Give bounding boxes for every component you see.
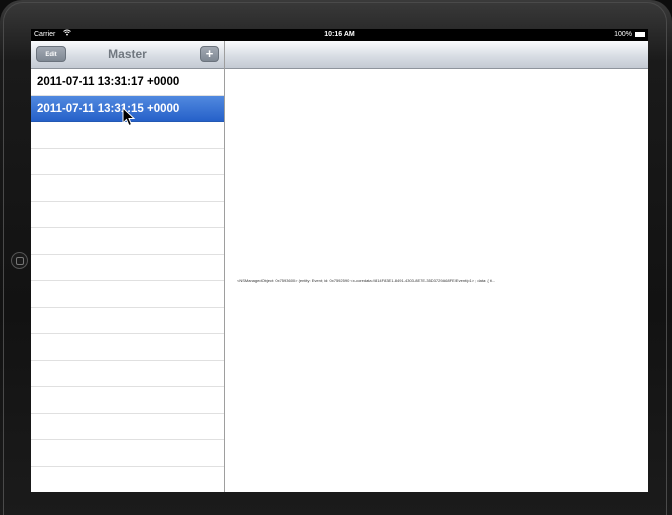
empty-row xyxy=(31,334,224,361)
empty-row xyxy=(31,281,224,308)
empty-row xyxy=(31,149,224,175)
table-row[interactable]: 2011-07-11 13:31:17 +0000 xyxy=(31,69,224,96)
mouse-pointer-icon xyxy=(122,106,136,132)
empty-row xyxy=(31,308,224,334)
detail-description: <NSManagedObject: 0x7593600> (entity: Ev… xyxy=(237,278,496,283)
battery-icon xyxy=(635,32,645,37)
empty-row xyxy=(31,467,224,493)
empty-row xyxy=(31,440,224,467)
status-bar: Carrier 10:16 AM 100% xyxy=(31,29,648,41)
empty-row xyxy=(31,228,224,255)
status-time: 10:16 AM xyxy=(324,31,355,38)
empty-row xyxy=(31,175,224,202)
empty-row xyxy=(31,255,224,281)
add-button[interactable]: + xyxy=(200,46,219,62)
detail-navbar xyxy=(225,41,648,69)
detail-panel: <NSManagedObject: 0x7593600> (entity: Ev… xyxy=(225,41,648,492)
empty-row xyxy=(31,387,224,414)
empty-row xyxy=(31,202,224,228)
master-navbar: Edit Master + xyxy=(31,41,224,69)
empty-row xyxy=(31,361,224,387)
empty-row xyxy=(31,414,224,440)
event-list: 2011-07-11 13:31:17 +0000 2011-07-11 13:… xyxy=(31,69,224,492)
master-title: Master xyxy=(108,47,147,61)
screen: Carrier 10:16 AM 100% Edit Master + 2011… xyxy=(31,29,648,492)
home-button[interactable] xyxy=(11,252,28,269)
battery-percent: 100% xyxy=(614,31,632,38)
